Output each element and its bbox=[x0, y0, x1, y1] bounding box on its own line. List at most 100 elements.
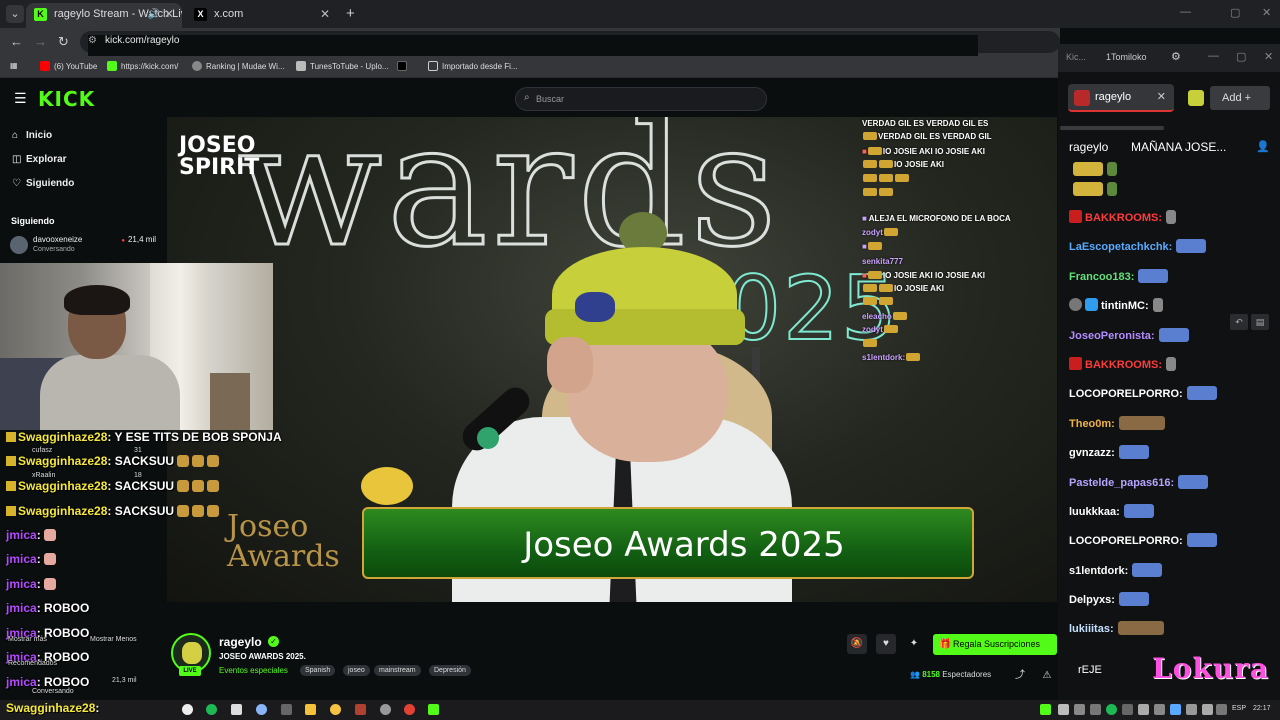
more-icon[interactable]: ▤ bbox=[1251, 314, 1269, 330]
verified-check-icon: ✓ bbox=[268, 636, 279, 647]
tray-icon[interactable] bbox=[1058, 704, 1069, 715]
search-input[interactable]: ⌕ Buscar bbox=[515, 87, 767, 111]
apps-grid-icon[interactable]: ▦ bbox=[10, 61, 18, 70]
tray-icon[interactable] bbox=[1074, 704, 1085, 715]
clock[interactable]: 22:17 bbox=[1253, 705, 1271, 712]
following-channel-item[interactable]: davooxeneize Conversando 21,4 mil bbox=[10, 235, 160, 257]
tray-icon[interactable] bbox=[1090, 704, 1101, 715]
more-actions-button[interactable]: ✦ bbox=[904, 634, 924, 654]
tray-icon[interactable] bbox=[1154, 704, 1165, 715]
user-icon: 👥 bbox=[910, 670, 923, 679]
video-chat-line: ■ ALEJA EL MICROFONO DE LA BOCA bbox=[862, 214, 1011, 223]
reload-icon[interactable]: ↻ bbox=[58, 34, 69, 50]
add-chat-button[interactable]: Add + bbox=[1210, 86, 1270, 110]
network-icon[interactable] bbox=[1186, 704, 1197, 715]
overlay-sidebar-name: cufasz bbox=[32, 447, 53, 454]
user-icon[interactable]: 👤 bbox=[1256, 140, 1270, 153]
reply-icon[interactable]: ↶ bbox=[1230, 314, 1248, 330]
stream-category-link[interactable]: Eventos especiales bbox=[219, 666, 288, 675]
close-window-icon[interactable]: ✕ bbox=[1262, 6, 1271, 19]
recommended-count: 21,3 mil bbox=[112, 677, 137, 684]
tag-joseo[interactable]: joseo bbox=[343, 665, 370, 676]
maximize-icon[interactable]: ▢ bbox=[1230, 6, 1240, 19]
kick-logo[interactable]: KICK bbox=[38, 87, 95, 111]
file-icon[interactable] bbox=[231, 704, 242, 715]
video-chat-overlay: VERDAD GIL ES VERDAD GIL ES VERDAD GIL E… bbox=[862, 117, 1057, 377]
chrome-icon[interactable] bbox=[404, 704, 415, 715]
nav-home[interactable]: ⌂ Inicio bbox=[12, 130, 52, 141]
tray-icon[interactable] bbox=[1138, 704, 1149, 715]
video-chat-line bbox=[862, 188, 894, 197]
tray-spotify-icon[interactable] bbox=[1106, 704, 1117, 715]
show-more-link[interactable]: Mostrar más bbox=[8, 636, 47, 643]
chat-tab-label: rageylo bbox=[1095, 91, 1132, 103]
mute-notifications-button[interactable]: 🔕 bbox=[847, 634, 867, 654]
video-player[interactable]: wards 2025 JOSEO SPIRIT Joseo Awards VER… bbox=[167, 117, 1057, 602]
chat-tab-rageylo[interactable]: rageylo ✕ bbox=[1068, 84, 1174, 112]
chat-window-titlebar: Kic... 1Tomiloko ⚙ — ▢ ✕ bbox=[1058, 44, 1280, 72]
speaker-icon[interactable]: 🔊 bbox=[148, 3, 160, 26]
bookmark-x[interactable] bbox=[397, 61, 411, 71]
chat-message: LaEscopetachkchk: bbox=[1069, 239, 1207, 253]
overlay-chat-line: jmica: bbox=[6, 552, 56, 566]
tray-kick-icon[interactable] bbox=[1040, 704, 1051, 715]
maximize-icon[interactable]: ▢ bbox=[1236, 50, 1246, 63]
tray-icon[interactable] bbox=[1170, 704, 1181, 715]
spotify-icon[interactable] bbox=[206, 704, 217, 715]
share-button[interactable]: ⤴ bbox=[1010, 666, 1030, 686]
close-window-icon[interactable]: ✕ bbox=[1264, 50, 1273, 63]
app-icon[interactable] bbox=[330, 704, 341, 715]
volume-icon[interactable] bbox=[1202, 704, 1213, 715]
url-field[interactable]: ⚙ kick.com/rageylo bbox=[80, 31, 1060, 123]
kick-icon bbox=[107, 61, 117, 71]
bookmark-youtube[interactable]: (6) YouTube bbox=[40, 61, 97, 71]
close-tab-icon[interactable]: ✕ bbox=[164, 3, 174, 26]
compass-icon: ◫ bbox=[12, 154, 22, 165]
app-icon[interactable] bbox=[256, 704, 267, 715]
bookmark-kick[interactable]: https://kick.com/ bbox=[107, 61, 178, 71]
app-icon[interactable] bbox=[380, 704, 391, 715]
nav-following[interactable]: ♡ Siguiendo bbox=[12, 178, 74, 189]
tab-rageylo[interactable]: K rageylo Stream - Watch Liv 🔊 ✕ bbox=[26, 3, 182, 28]
close-tab-icon[interactable]: ✕ bbox=[1157, 90, 1166, 103]
forward-arrow-icon[interactable]: → bbox=[34, 34, 47, 49]
minimize-icon[interactable]: — bbox=[1208, 50, 1219, 62]
overlay-chat-line: jmica: ROBOO bbox=[6, 675, 90, 689]
language-indicator[interactable]: ESP bbox=[1232, 705, 1246, 712]
tag-mainstream[interactable]: mainstream bbox=[374, 665, 421, 676]
gear-icon[interactable]: ⚙ bbox=[1171, 50, 1181, 63]
pinned-message[interactable]: MAÑANA JOSE... bbox=[1131, 140, 1226, 154]
tray-icon[interactable] bbox=[1122, 704, 1133, 715]
bookmark-mudae[interactable]: Ranking | Mudae Wi... bbox=[192, 61, 285, 71]
obs-icon[interactable] bbox=[182, 704, 193, 715]
bookmark-tunestotube[interactable]: TunesToTube - Uplo... bbox=[296, 61, 389, 71]
menu-icon[interactable]: ☰ bbox=[14, 90, 27, 107]
app-icon[interactable] bbox=[355, 704, 366, 715]
tag-spanish[interactable]: Spanish bbox=[300, 665, 336, 676]
kick-icon[interactable] bbox=[428, 704, 439, 715]
channel-name[interactable]: rageylo bbox=[219, 635, 262, 649]
tab-search-button[interactable]: ⌄ bbox=[6, 5, 24, 23]
chat-tab-secondary[interactable] bbox=[1188, 90, 1204, 106]
tag-depresion[interactable]: Depresión bbox=[429, 665, 471, 676]
tab-x[interactable]: X x.com ✕ bbox=[186, 3, 338, 28]
minimize-icon[interactable]: — bbox=[1180, 6, 1191, 18]
video-chat-line: VERDAD GIL ES VERDAD GIL bbox=[862, 132, 992, 141]
folder-icon[interactable] bbox=[305, 704, 316, 715]
lokura-overlay-text: Lokura bbox=[1152, 652, 1270, 685]
chat-input[interactable]: rEJE Lokura bbox=[1068, 650, 1278, 688]
back-arrow-icon[interactable]: ← bbox=[10, 34, 23, 49]
tool-icon[interactable] bbox=[281, 704, 292, 715]
close-tab-icon[interactable]: ✕ bbox=[320, 3, 330, 26]
nav-explore[interactable]: ◫ Explorar bbox=[12, 154, 67, 165]
new-tab-button[interactable]: + bbox=[346, 5, 355, 22]
bookmark-folder-imported[interactable]: Importado desde Fi... bbox=[428, 61, 518, 71]
follow-button[interactable]: ♥ bbox=[876, 634, 896, 654]
battery-icon[interactable] bbox=[1216, 704, 1227, 715]
gift-subscriptions-button[interactable]: 🎁 Regala Suscripciones bbox=[933, 634, 1057, 655]
joseo-awards-logo: Joseo Awards bbox=[227, 509, 340, 574]
show-less-link[interactable]: Mostrar Menos bbox=[90, 636, 137, 643]
report-button[interactable]: ⚠ bbox=[1037, 666, 1057, 686]
tabs-scrollbar[interactable] bbox=[1060, 126, 1164, 130]
video-chat-line: s1lentdork: bbox=[862, 353, 921, 362]
